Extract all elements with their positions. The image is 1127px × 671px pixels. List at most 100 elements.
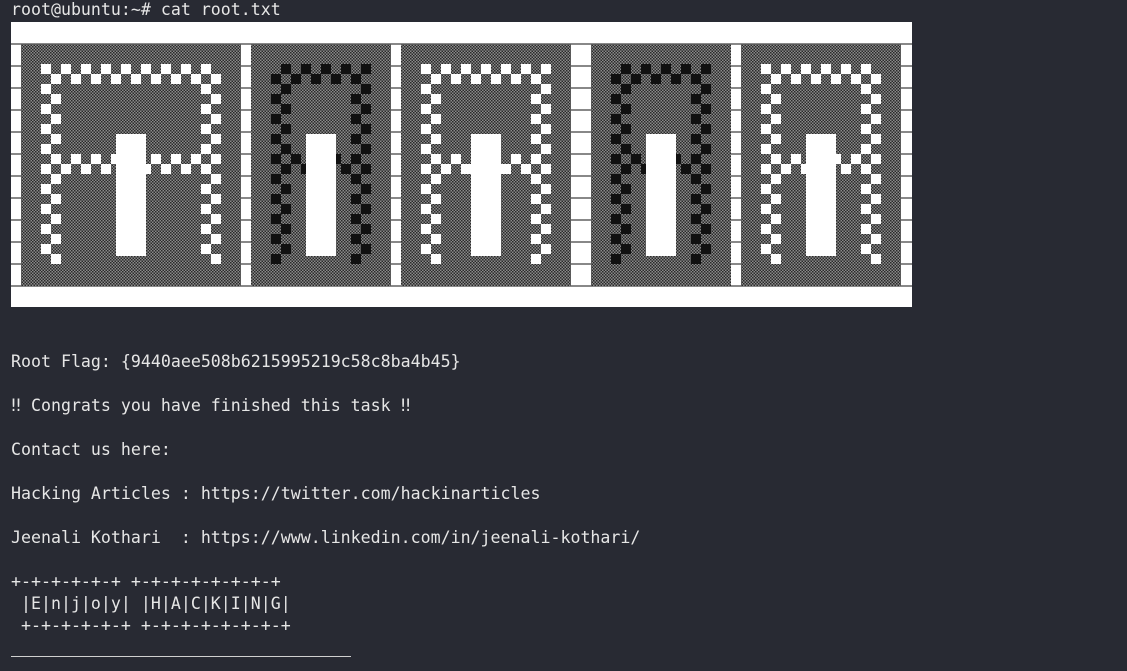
banner-checker-cell xyxy=(151,74,161,84)
banner-checker-cell xyxy=(531,234,541,244)
banner-checker-cell xyxy=(211,234,221,244)
banner-checker-cell xyxy=(361,204,371,214)
banner-checker-cell xyxy=(521,164,531,174)
banner-checker-cell xyxy=(871,74,881,84)
banner-checker-cell xyxy=(701,224,711,234)
banner-checker-cell xyxy=(431,134,441,144)
banner-checker-cell xyxy=(211,74,221,84)
banner-checker-cell xyxy=(701,144,711,154)
banner-checker-cell xyxy=(761,64,771,74)
banner-checker-cell xyxy=(351,74,361,84)
banner-checker-cell xyxy=(51,214,61,224)
banner-checker-cell xyxy=(41,124,51,134)
banner-checker-cell xyxy=(681,64,691,74)
banner-checker-cell xyxy=(41,164,51,174)
banner-checker-cell xyxy=(281,64,291,74)
banner-checker-cell xyxy=(281,164,291,174)
banner-checker-cell xyxy=(541,104,551,114)
banner-checker-cell xyxy=(771,214,781,224)
banner-checker-cell xyxy=(51,254,61,264)
banner-checker-cell xyxy=(761,184,771,194)
banner-checker-cell xyxy=(41,84,51,94)
banner-checker-cell xyxy=(541,84,551,94)
banner-checker-cell xyxy=(671,74,681,84)
banner-checker-cell xyxy=(621,244,631,254)
banner-checker-cell xyxy=(761,124,771,134)
banner-checker-cell xyxy=(611,94,621,104)
banner-checker-cell xyxy=(281,124,291,134)
banner-checker-cell xyxy=(421,204,431,214)
banner-checker-cell xyxy=(461,164,471,174)
banner-checker-cell xyxy=(611,234,621,244)
banner-checker-cell xyxy=(611,174,621,184)
banner-checker-cell xyxy=(631,74,641,84)
banner-checker-cell xyxy=(781,164,791,174)
banner-checker-cell xyxy=(341,64,351,74)
banner-checker-cell xyxy=(761,84,771,94)
banner-checker-cell xyxy=(431,74,441,84)
banner-checker-cell xyxy=(351,114,361,124)
banner-checker-cell xyxy=(791,74,801,84)
banner-checker-cell xyxy=(441,64,451,74)
banner-checker-cell xyxy=(841,164,851,174)
banner-checker-cell xyxy=(441,164,451,174)
banner-letter-gap xyxy=(806,134,836,256)
banner-checker-cell xyxy=(271,194,281,204)
hacking-articles-link-line: Hacking Articles : https://twitter.com/h… xyxy=(11,484,541,503)
banner-checker-cell xyxy=(301,64,311,74)
banner-checker-cell xyxy=(41,204,51,214)
banner-checker-cell xyxy=(41,224,51,234)
banner-checker-cell xyxy=(531,254,541,264)
banner-checker-cell xyxy=(311,74,321,84)
banner-checker-cell xyxy=(171,154,181,164)
banner-checker-cell xyxy=(351,154,361,164)
banner-checker-cell xyxy=(201,244,211,254)
banner-checker-cell xyxy=(691,94,701,104)
banner-checker-cell xyxy=(611,154,621,164)
banner-checker-cell xyxy=(761,244,771,254)
prompt-line: root@ubuntu:~# cat root.txt xyxy=(11,0,281,19)
banner-checker-cell xyxy=(541,244,551,254)
banner-checker-cell xyxy=(701,244,711,254)
banner-checker-cell xyxy=(201,104,211,114)
banner-checker-cell xyxy=(761,204,771,214)
banner-checker-cell xyxy=(621,224,631,234)
banner-checker-cell xyxy=(201,144,211,154)
banner-checker-cell xyxy=(541,164,551,174)
banner-checker-cell xyxy=(181,64,191,74)
banner-checker-cell xyxy=(531,74,541,84)
banner-checker-cell xyxy=(431,214,441,224)
banner-checker-cell xyxy=(421,64,431,74)
banner-checker-cell xyxy=(351,254,361,264)
banner-checker-cell xyxy=(771,134,781,144)
banner-checker-cell xyxy=(761,144,771,154)
banner-checker-cell xyxy=(761,224,771,234)
banner-checker-cell xyxy=(811,74,821,84)
banner-checker-cell xyxy=(771,194,781,204)
banner-checker-cell xyxy=(431,114,441,124)
banner-checker-cell xyxy=(821,64,831,74)
banner-checker-cell xyxy=(281,104,291,114)
banner-checker-cell xyxy=(211,114,221,124)
banner-checker-cell xyxy=(701,84,711,94)
banner-checker-cell xyxy=(701,104,711,114)
banner-checker-cell xyxy=(521,64,531,74)
banner-checker-cell xyxy=(71,74,81,84)
banner-checker-cell xyxy=(141,64,151,74)
banner-checker-cell xyxy=(531,94,541,104)
banner-checker-cell xyxy=(491,74,501,84)
banner-checker-cell xyxy=(611,114,621,124)
banner-checker-cell xyxy=(101,64,111,74)
banner-checker-cell xyxy=(201,84,211,94)
banner-checker-cell xyxy=(531,134,541,144)
banner-checker-cell xyxy=(51,134,61,144)
banner-checker-cell xyxy=(431,154,441,164)
banner-checker-cell xyxy=(421,224,431,234)
banner-checker-cell xyxy=(871,134,881,144)
banner-checker-cell xyxy=(281,204,291,214)
banner-checker-cell xyxy=(691,174,701,184)
banner-checker-cell xyxy=(701,184,711,194)
banner-checker-cell xyxy=(361,164,371,174)
banner-checker-cell xyxy=(451,74,461,84)
banner-checker-cell xyxy=(211,214,221,224)
